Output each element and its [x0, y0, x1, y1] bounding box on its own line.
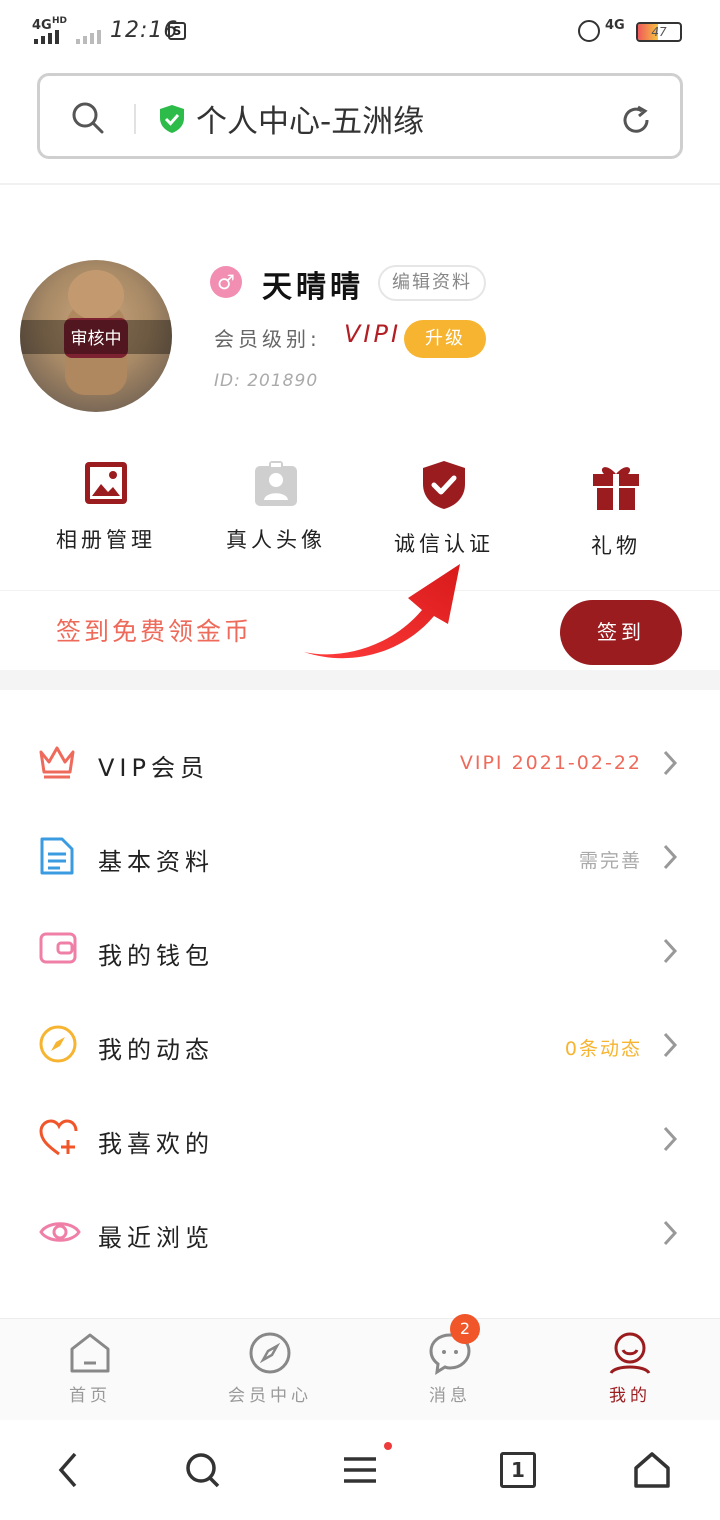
heart-plus-icon: [39, 1119, 78, 1156]
chevron-right-icon: [663, 1220, 678, 1246]
compass-icon: [39, 1025, 77, 1063]
menu-value: 需完善: [578, 850, 642, 872]
member-level-value: VIPI: [344, 320, 402, 348]
wallet-icon: [39, 932, 77, 964]
quick-action-gift[interactable]: 礼物: [536, 460, 696, 560]
edit-profile-button[interactable]: 编辑资料: [378, 265, 486, 301]
document-icon: [40, 837, 74, 875]
menu-value: VIPI 2021-02-22: [459, 752, 642, 774]
alarm-icon: [578, 20, 600, 42]
hd-indicator: HD: [52, 16, 68, 26]
battery-icon: 47: [636, 22, 682, 42]
signal-icon: [34, 30, 59, 44]
shield-check-icon: [423, 461, 465, 509]
sign-in-promo: 签到免费领金币: [56, 617, 253, 646]
menu-label: 我的动态: [98, 1036, 214, 1064]
tab-messages[interactable]: 消息: [390, 1331, 510, 1406]
home-icon: [70, 1333, 110, 1373]
chevron-right-icon: [663, 938, 678, 964]
notification-dot: [384, 1442, 392, 1450]
section-separator: [0, 670, 720, 690]
menu-label: 我喜欢的: [98, 1130, 214, 1158]
menu-label: VIP会员: [98, 754, 209, 782]
quick-action-label: 礼物: [591, 534, 641, 558]
chevron-right-icon: [663, 1126, 678, 1152]
message-badge: 2: [450, 1314, 480, 1344]
avatar-status: 审核中: [70, 329, 122, 349]
eye-icon: [39, 1222, 81, 1242]
signal-secondary-icon: [76, 30, 101, 44]
notification-s-icon: S: [168, 22, 186, 40]
tab-label: 我的: [609, 1386, 651, 1406]
quick-action-album[interactable]: 相册管理: [26, 460, 186, 554]
tab-label: 首页: [69, 1386, 111, 1406]
reload-icon[interactable]: [618, 102, 654, 138]
nickname: 天晴晴: [262, 270, 364, 305]
upgrade-button[interactable]: 升级: [404, 320, 486, 358]
tab-label: 会员中心: [228, 1386, 312, 1406]
tab-label: 消息: [429, 1386, 471, 1406]
menu-item-vip[interactable]: VIP会员 VIPI 2021-02-22: [0, 718, 720, 812]
secure-shield-icon: [160, 105, 184, 133]
compass-icon: [249, 1332, 291, 1374]
tab-mine[interactable]: 我的: [570, 1331, 690, 1406]
network-indicator-right: 4G: [605, 18, 625, 33]
quick-action-real-avatar[interactable]: 真人头像: [196, 460, 356, 554]
avatar[interactable]: 审核中: [20, 260, 172, 412]
menu-label: 基本资料: [98, 848, 214, 876]
quick-action-verification[interactable]: 诚信认证: [364, 460, 524, 558]
male-gender-icon: ♂: [210, 266, 242, 298]
chevron-right-icon: [663, 844, 678, 870]
menu-label: 我的钱包: [98, 942, 214, 970]
crown-icon: [39, 746, 75, 779]
divider: [134, 104, 136, 134]
back-icon[interactable]: [56, 1450, 80, 1490]
badge-person-icon: [255, 461, 297, 506]
gift-icon: [593, 467, 639, 510]
menu-value: 0条动态: [564, 1038, 642, 1060]
menu-item-basic-info[interactable]: 基本资料 需完善: [0, 812, 720, 906]
chevron-right-icon: [663, 1032, 678, 1058]
divider: [0, 183, 720, 185]
search-icon[interactable]: [70, 100, 106, 136]
user-icon: [609, 1332, 651, 1375]
sign-in-button[interactable]: 签到: [560, 600, 682, 665]
menu-item-wallet[interactable]: 我的钱包: [0, 906, 720, 1000]
menu-item-favorites[interactable]: 我喜欢的: [0, 1094, 720, 1188]
member-level-label: 会员级别:: [214, 327, 321, 351]
bottom-tab-bar: 首页 会员中心 消息 我的: [0, 1318, 720, 1420]
quick-action-label: 相册管理: [56, 528, 156, 552]
quick-action-label: 诚信认证: [394, 532, 494, 556]
tab-member-center[interactable]: 会员中心: [210, 1331, 330, 1406]
menu-item-recent[interactable]: 最近浏览: [0, 1188, 720, 1282]
status-bar: 4G HD 12:16 S 4G 47: [0, 0, 720, 62]
battery-level: 47: [651, 25, 667, 39]
page-title: 个人中心-五洲缘: [196, 104, 425, 140]
home-icon[interactable]: [634, 1450, 670, 1490]
menu-item-moments[interactable]: 我的动态 0条动态: [0, 1000, 720, 1094]
user-id: ID: 201890: [214, 371, 319, 391]
browser-nav-bar: 1: [0, 1420, 720, 1520]
menu-icon[interactable]: [342, 1450, 378, 1490]
search-icon[interactable]: [184, 1450, 222, 1490]
quick-action-label: 真人头像: [226, 528, 326, 552]
photo-icon: [85, 462, 127, 504]
address-bar[interactable]: 个人中心-五洲缘: [37, 73, 683, 159]
red-arrow-annotation: [304, 564, 460, 659]
chevron-right-icon: [663, 750, 678, 776]
tab-home[interactable]: 首页: [30, 1331, 150, 1406]
menu-label: 最近浏览: [98, 1224, 214, 1252]
tabs-button[interactable]: 1: [500, 1452, 536, 1488]
